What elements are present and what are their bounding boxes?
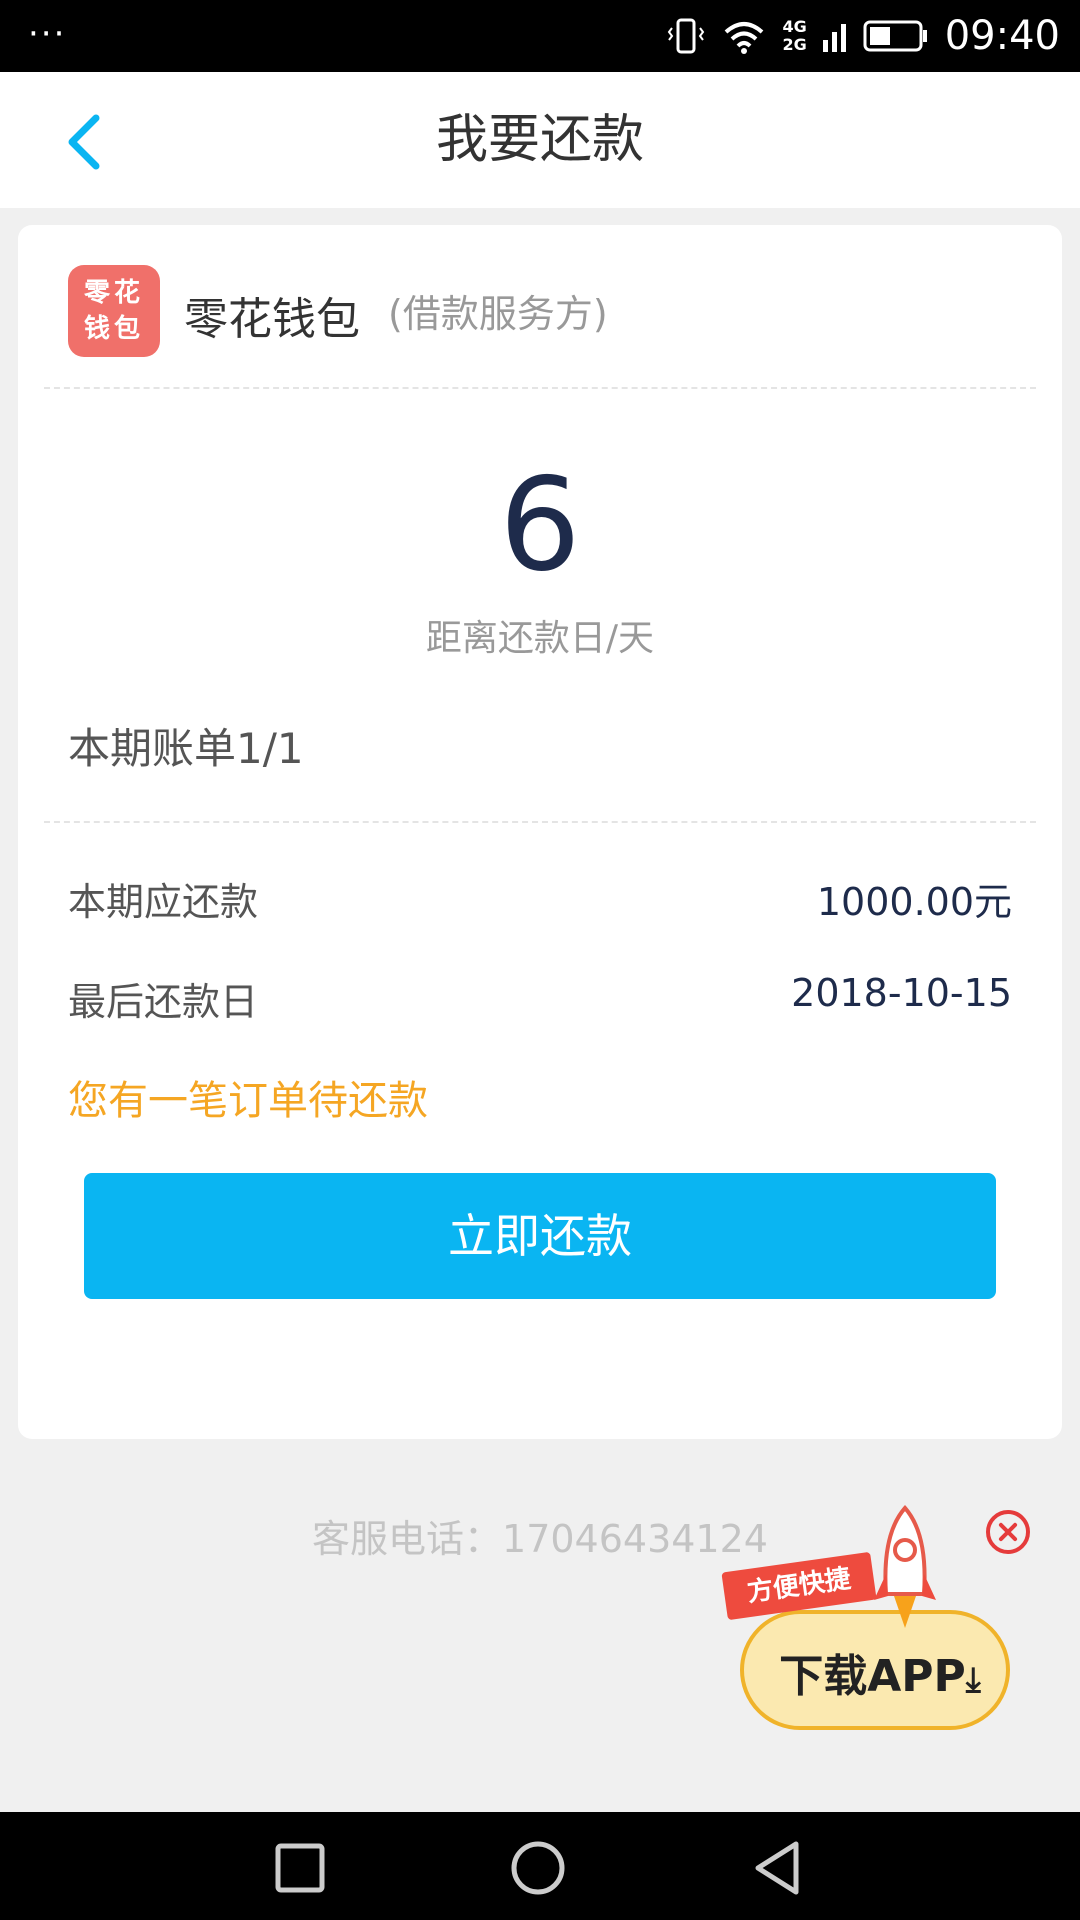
- repayment-card: 零花 钱包 零花钱包 (借款服务方) 6 距离还款日/天 本期账单1/1 本期应…: [18, 225, 1062, 1439]
- wifi-icon: [725, 22, 764, 54]
- notification-dots: ···: [28, 14, 67, 54]
- provider-role: (借款服务方): [388, 292, 608, 336]
- amount-due-label: 本期应还款: [68, 880, 259, 924]
- provider-name: 零花钱包: [184, 294, 360, 345]
- page-title: 我要还款: [435, 110, 644, 170]
- battery-icon: [863, 20, 927, 52]
- bill-period: 本期账单1/1: [68, 724, 304, 773]
- network-4g-label: 4G: [782, 17, 807, 36]
- system-nav-bar: [0, 1812, 1080, 1920]
- ad-main-label: 下载APP: [779, 1651, 966, 1702]
- divider: [44, 387, 1036, 389]
- chevron-left-icon[interactable]: [58, 110, 114, 174]
- rocket-icon: [874, 1504, 936, 1628]
- vibrate-icon: [668, 18, 705, 54]
- due-date-value: 2018-10-15: [791, 971, 1012, 1015]
- provider-logo: 零花 钱包: [68, 265, 160, 357]
- repay-now-button[interactable]: 立即还款: [84, 1173, 996, 1299]
- download-icon: ⤓: [965, 1660, 981, 1700]
- days-caption: 距离还款日/天: [425, 618, 655, 659]
- home-icon[interactable]: [508, 1838, 568, 1898]
- status-bar: ··· 4G 2G 09:40: [0, 0, 1080, 72]
- days-remaining: 6: [499, 451, 581, 600]
- network-type: 4G 2G: [782, 18, 806, 54]
- ad-main-text: 下载APP⤓: [760, 1640, 1000, 1704]
- logo-line-2: 钱包: [83, 314, 144, 344]
- divider: [44, 821, 1036, 823]
- header: 我要还款: [0, 72, 1080, 208]
- status-time: 09:40: [944, 13, 1060, 59]
- close-circle-icon[interactable]: [986, 1510, 1030, 1554]
- logo-line-1: 零花: [83, 278, 144, 308]
- network-2g-label: 2G: [782, 35, 807, 54]
- due-date-label: 最后还款日: [68, 980, 259, 1024]
- back-triangle-icon[interactable]: [748, 1838, 808, 1898]
- signal-icon: [822, 24, 846, 52]
- pending-order-note: 您有一笔订单待还款: [68, 1078, 428, 1124]
- recent-apps-icon[interactable]: [270, 1838, 330, 1898]
- download-app-ad[interactable]: 方便快捷 下载APP⤓: [720, 1500, 1040, 1740]
- amount-due-value: 1000.00元: [816, 880, 1012, 924]
- status-icons: 4G 2G 09:40: [666, 0, 1060, 72]
